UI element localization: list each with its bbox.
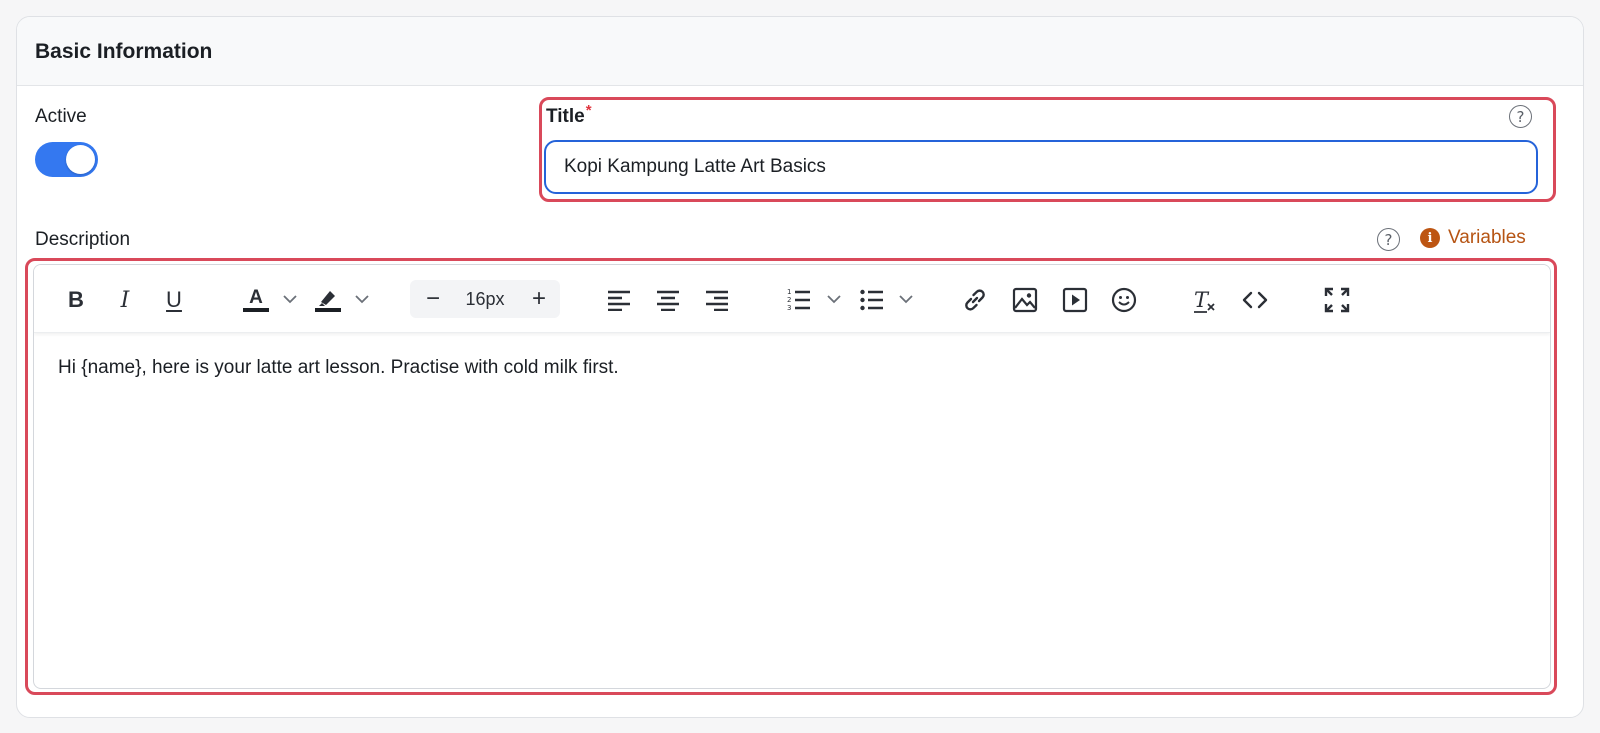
info-icon: i <box>1420 228 1440 248</box>
bullet-list-icon <box>860 289 883 311</box>
align-left-button[interactable] <box>604 283 634 317</box>
svg-text:A: A <box>249 287 263 308</box>
bold-button[interactable]: B <box>62 283 90 317</box>
svg-text:T: T <box>1194 288 1210 312</box>
section-title: Basic Information <box>35 40 213 63</box>
active-toggle[interactable] <box>35 142 98 177</box>
title-label-text: Title <box>546 106 585 127</box>
align-center-icon <box>657 290 679 311</box>
fullscreen-icon <box>1324 287 1350 313</box>
align-right-icon <box>706 290 728 311</box>
image-icon <box>1012 287 1038 313</box>
highlight-color-button[interactable] <box>313 283 343 317</box>
title-help-icon[interactable]: ? <box>1509 105 1532 128</box>
code-icon <box>1242 291 1268 309</box>
italic-button[interactable]: I <box>112 283 138 317</box>
bullet-list-button[interactable] <box>857 283 887 317</box>
basic-information-card: Basic Information Active Title* ? Descri… <box>16 16 1584 718</box>
title-input[interactable] <box>544 140 1538 194</box>
variables-button[interactable]: i Variables <box>1420 227 1526 249</box>
svg-text:3: 3 <box>787 304 791 312</box>
title-label: Title* <box>546 102 592 128</box>
ordered-list-icon: 123 <box>787 288 810 312</box>
link-icon <box>965 289 985 311</box>
clear-formatting-button[interactable]: T <box>1190 283 1220 317</box>
align-center-button[interactable] <box>653 283 683 317</box>
description-help-icon[interactable]: ? <box>1377 228 1400 251</box>
description-label: Description <box>35 229 131 250</box>
font-size-increase-button[interactable]: + <box>526 284 552 314</box>
rich-text-editor: B I U A − 16px + 1 2 3 T Hi {name}, here… <box>33 264 1551 689</box>
emoji-icon <box>1111 287 1137 313</box>
chevron-down-icon <box>355 295 369 304</box>
video-icon <box>1062 287 1088 313</box>
ordered-list-button[interactable]: 123 <box>784 283 814 317</box>
font-size-value[interactable]: 16px <box>454 289 516 310</box>
clear-format-icon: T <box>1194 288 1215 313</box>
underline-button[interactable]: U <box>160 283 188 317</box>
svg-text:2: 2 <box>787 296 791 304</box>
svg-text:1: 1 <box>787 288 791 296</box>
card-header: Basic Information <box>17 17 1583 86</box>
active-label: Active <box>35 106 87 127</box>
description-content[interactable]: Hi {name}, here is your latte art lesson… <box>58 357 619 379</box>
text-color-button[interactable]: A <box>241 283 271 317</box>
align-left-icon <box>608 290 630 311</box>
chevron-down-icon <box>283 295 297 304</box>
fullscreen-button[interactable] <box>1322 283 1352 317</box>
align-right-button[interactable] <box>702 283 732 317</box>
insert-emoji-button[interactable] <box>1109 283 1139 317</box>
toggle-knob <box>66 145 95 174</box>
chevron-down-icon <box>827 295 841 304</box>
editor-toolbar: B I U A − 16px + 1 2 3 T <box>34 265 1550 333</box>
insert-video-button[interactable] <box>1060 283 1090 317</box>
highlighter-icon <box>315 291 341 312</box>
source-code-button[interactable] <box>1239 283 1271 317</box>
insert-link-button[interactable] <box>960 283 990 317</box>
text-color-icon: A <box>243 287 269 312</box>
chevron-down-icon <box>899 295 913 304</box>
font-size-decrease-button[interactable]: − <box>420 284 446 314</box>
font-size-stepper: − 16px + <box>410 280 560 318</box>
variables-label: Variables <box>1448 227 1526 248</box>
required-asterisk: * <box>585 102 592 119</box>
insert-image-button[interactable] <box>1010 283 1040 317</box>
